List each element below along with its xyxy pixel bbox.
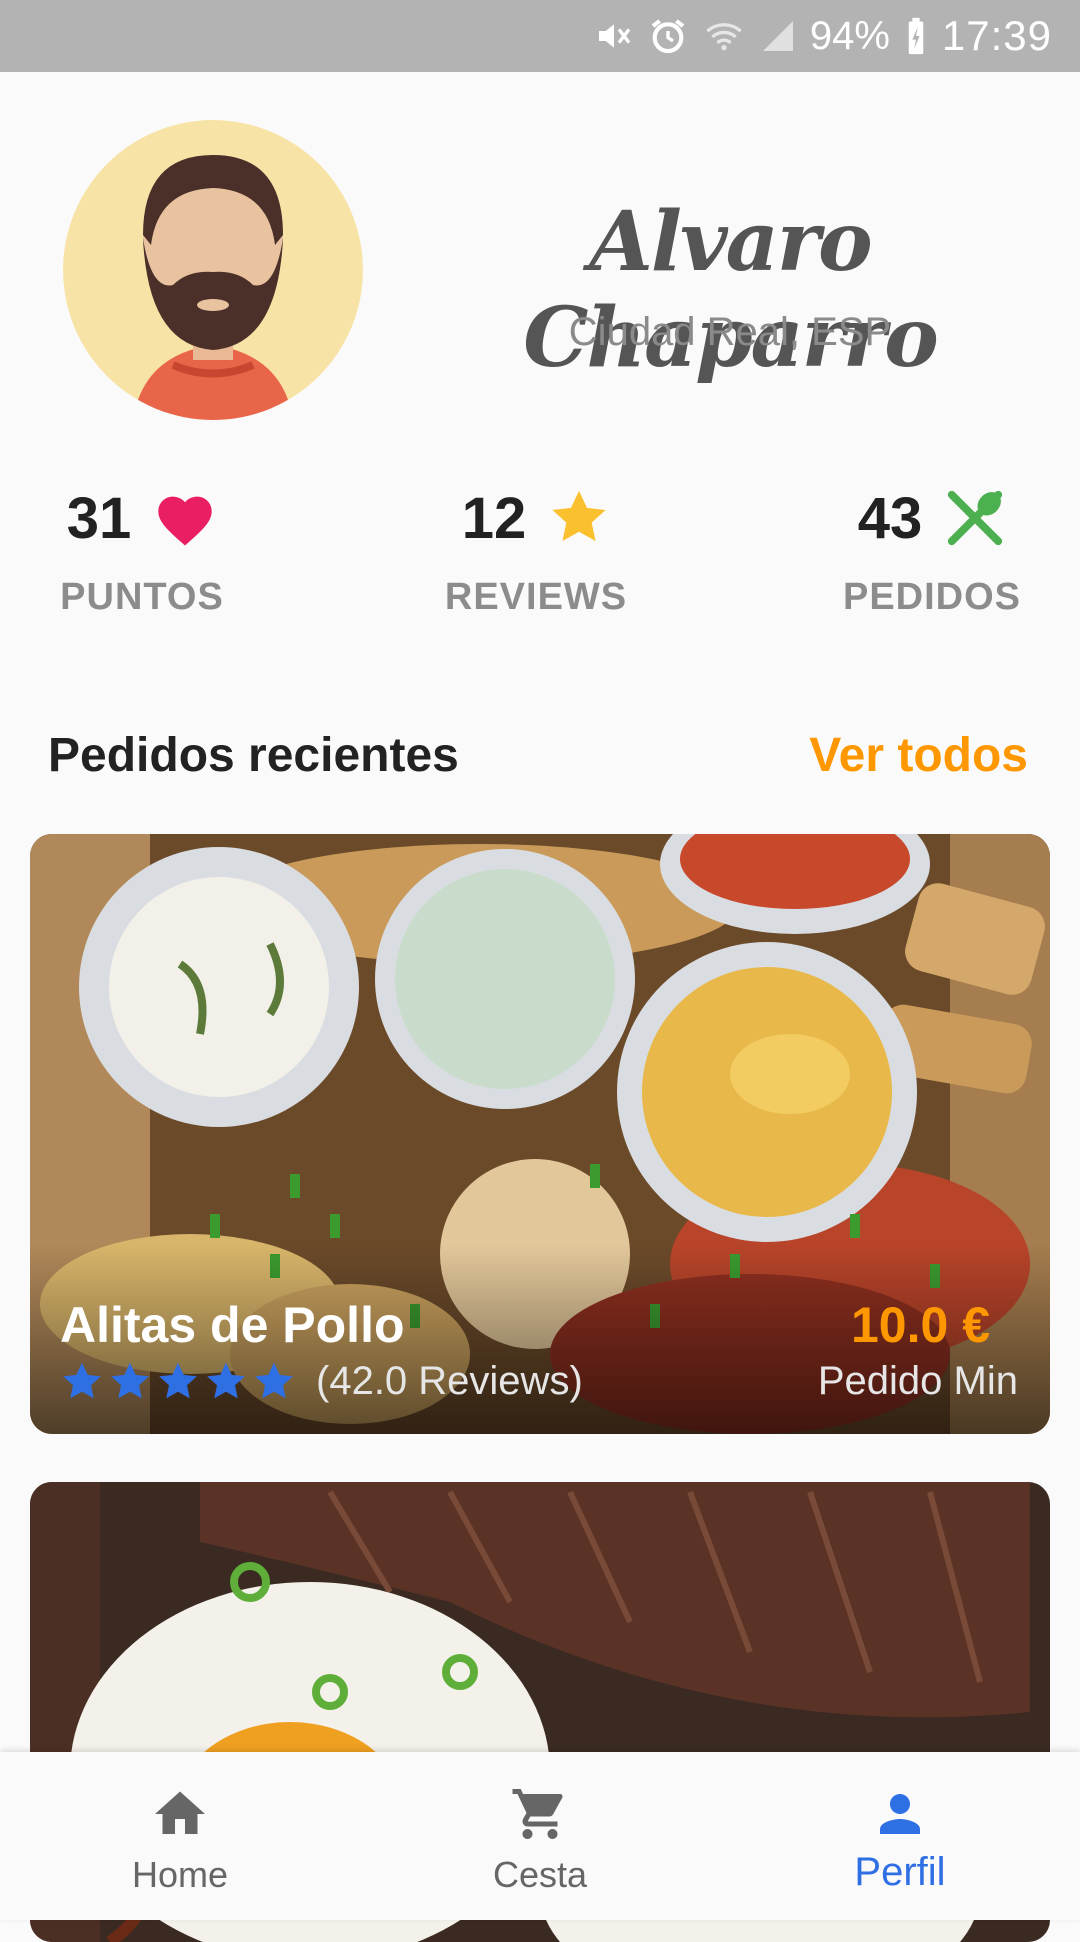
stat-value: 31 — [66, 485, 132, 551]
mute-icon — [598, 24, 631, 48]
stat-label: PUNTOS — [60, 576, 224, 618]
avatar[interactable] — [63, 120, 363, 420]
recent-orders-header: Pedidos recientes Ver todos — [0, 720, 1080, 790]
status-bar: 94% 17:39 — [0, 0, 1080, 72]
cart-icon — [512, 1789, 563, 1839]
stat-label: REVIEWS — [444, 576, 628, 618]
star-icon — [552, 490, 606, 541]
profile-header: Alvaro Chaparro Ciudad Real, ESP — [0, 72, 1080, 452]
section-title: Pedidos recientes — [48, 729, 459, 782]
signal-icon — [762, 21, 793, 51]
bearded-man-avatar — [63, 120, 363, 420]
stat-value: 43 — [857, 485, 923, 551]
home-icon — [155, 1791, 205, 1834]
nav-label: Home — [131, 1854, 229, 1895]
nav-label: Perfil — [854, 1850, 946, 1894]
order-price: 10.0 € — [850, 1297, 990, 1353]
review-count: (42.0 Reviews) — [316, 1359, 583, 1403]
stat-reviews[interactable]: 12 REVIEWS — [416, 478, 656, 619]
utensils-icon — [948, 490, 1003, 546]
stat-label: PEDIDOS — [842, 576, 1022, 618]
view-all-link[interactable]: Ver todos — [809, 728, 1028, 783]
profile-location: Ciudad Real, ESP — [568, 310, 892, 354]
alarm-icon — [651, 19, 685, 54]
price-label: Pedido Min — [817, 1359, 1018, 1403]
person-icon — [880, 1794, 920, 1834]
order-name: Alitas de Pollo — [60, 1297, 405, 1353]
star-icon — [111, 1362, 149, 1399]
battery-percent: 94% — [809, 13, 890, 58]
nav-label: Cesta — [492, 1854, 588, 1895]
nav-perfil[interactable]: Perfil — [780, 1752, 1020, 1920]
bottom-nav: Home Cesta Perfil — [0, 1752, 1080, 1920]
heart-icon — [158, 496, 212, 546]
clock: 17:39 — [941, 12, 1052, 59]
order-card[interactable]: Alitas de Pollo (42.0 Reviews) 10.0 € Pe… — [30, 834, 1050, 1434]
status-icons: 94% 17:39 — [594, 0, 1052, 72]
battery-charging-icon — [908, 17, 924, 55]
stat-pedidos[interactable]: 43 PEDIDOS — [812, 478, 1052, 619]
wifi-icon — [706, 23, 742, 51]
star-icon — [255, 1362, 293, 1399]
stats-row: 31 PUNTOS 12 REVIEWS 43 PEDIDOS — [0, 478, 1080, 628]
stat-value: 12 — [461, 485, 527, 551]
rating-stars — [60, 1360, 296, 1404]
nav-cesta[interactable]: Cesta — [420, 1752, 660, 1920]
star-icon — [159, 1362, 197, 1399]
stat-puntos[interactable]: 31 PUNTOS — [22, 478, 262, 619]
star-icon — [207, 1362, 245, 1399]
nav-home[interactable]: Home — [60, 1752, 300, 1920]
profile-name: Alvaro Chaparro — [523, 194, 939, 386]
star-icon — [63, 1362, 101, 1399]
